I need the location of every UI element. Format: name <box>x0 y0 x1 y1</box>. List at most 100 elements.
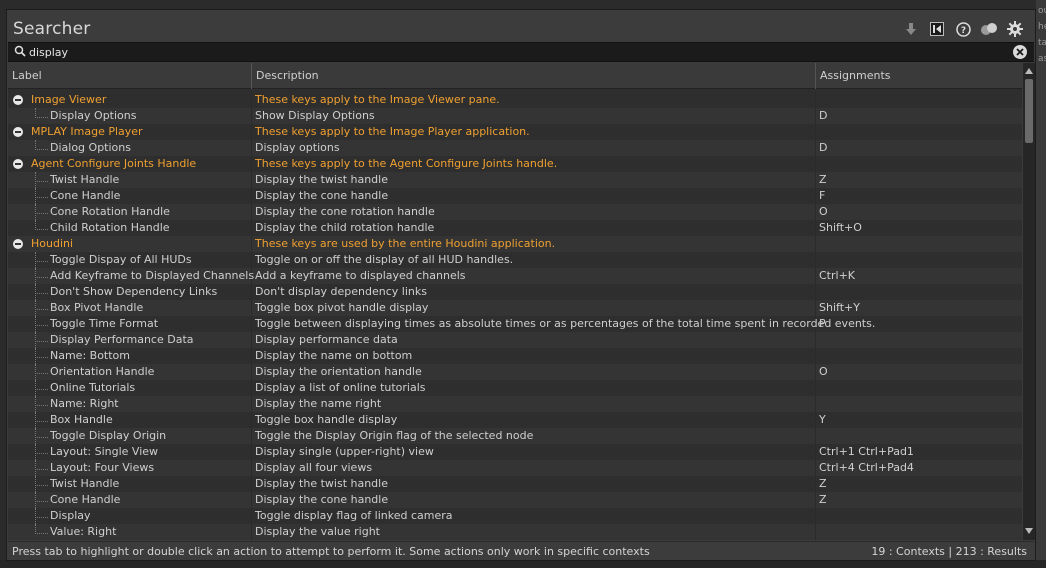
cell-divider <box>815 108 816 124</box>
cell-divider <box>815 348 816 364</box>
cell-description: Add a keyframe to displayed channels <box>255 269 466 282</box>
tree-connector <box>35 460 48 470</box>
cell-assignment: Ctrl+K <box>819 269 856 282</box>
cell-label: Box Handle <box>50 413 113 426</box>
column-header-label[interactable]: Label <box>12 63 42 89</box>
tree-connector <box>35 469 36 476</box>
table-row[interactable]: Online Tutorials Display a list of online… <box>8 380 1022 396</box>
table-header: Label Description Assignments <box>8 63 1022 89</box>
cell-divider <box>251 108 252 124</box>
cell-label: Cone Handle <box>50 189 121 202</box>
tree-connector <box>35 524 48 534</box>
table-row[interactable]: Toggle Time Format Toggle between display… <box>8 316 1022 332</box>
table-row[interactable]: Box Handle Toggle box handle display Y <box>8 412 1022 428</box>
cell-label: Online Tutorials <box>50 381 136 394</box>
collapse-minus-icon[interactable] <box>13 159 23 169</box>
cell-divider <box>815 364 816 380</box>
tree-connector <box>35 140 48 150</box>
cell-assignment: Ctrl+1 Ctrl+Pad1 <box>819 445 914 458</box>
cell-divider <box>815 476 816 492</box>
cell-divider <box>251 396 252 412</box>
cell-assignment: D <box>819 109 828 122</box>
table-row[interactable]: Cone Handle Display the cone handle Z <box>8 492 1022 508</box>
toggle-icon[interactable] <box>979 19 999 39</box>
cell-divider <box>815 332 816 348</box>
gear-icon[interactable] <box>1005 19 1025 39</box>
cell-description: Display the twist handle <box>255 477 388 490</box>
tree-connector <box>35 268 48 278</box>
tree-connector <box>35 108 48 118</box>
category-row[interactable]: MPLAY Image Player These keys apply to th… <box>8 124 1022 140</box>
tree-connector <box>35 373 36 380</box>
table-row[interactable]: Cone Handle Display the cone handle F <box>8 188 1022 204</box>
collapse-minus-icon[interactable] <box>13 239 23 249</box>
cell-divider <box>251 188 252 204</box>
cell-divider <box>251 284 252 300</box>
table-row[interactable]: Cone Rotation Handle Display the cone rot… <box>8 204 1022 220</box>
table-row[interactable]: Name: Bottom Display the name on bottom <box>8 348 1022 364</box>
collapse-icon[interactable] <box>927 19 947 39</box>
cell-divider <box>815 300 816 316</box>
background-text: as <box>1038 54 1046 64</box>
cell-label: Orientation Handle <box>50 365 155 378</box>
scroll-down-icon[interactable] <box>1024 525 1034 538</box>
cell-description: Toggle box pivot handle display <box>255 301 429 314</box>
table-row[interactable]: Twist Handle Display the twist handle Z <box>8 172 1022 188</box>
table-row[interactable]: Dialog Options Display options D <box>8 140 1022 156</box>
tree-connector <box>35 332 48 342</box>
cell-divider <box>815 252 816 268</box>
cell-label: Child Rotation Handle <box>50 221 170 234</box>
help-icon[interactable]: ? <box>953 19 973 39</box>
cell-description: Display the name right <box>255 397 382 410</box>
cell-divider <box>251 476 252 492</box>
scrollbar-thumb[interactable] <box>1025 79 1033 143</box>
table-row[interactable]: Orientation Handle Display the orientatio… <box>8 364 1022 380</box>
table-row[interactable]: Value: Right Display the value right <box>8 524 1022 540</box>
table-row[interactable]: Toggle Dispay of All HUDs Toggle on or of… <box>8 252 1022 268</box>
column-divider[interactable] <box>815 63 816 89</box>
background-text: ou <box>1038 6 1046 16</box>
column-divider[interactable] <box>251 63 252 89</box>
tree-connector <box>35 476 48 486</box>
clear-search-icon[interactable] <box>1013 45 1027 59</box>
collapse-minus-icon[interactable] <box>13 95 23 105</box>
tree-connector <box>35 284 48 294</box>
result-counts: 19 : Contexts | 213 : Results <box>871 545 1027 558</box>
tree-connector <box>35 428 48 438</box>
table-row[interactable]: Don't Show Dependency Links Don't display… <box>8 284 1022 300</box>
scroll-up-icon[interactable] <box>1024 65 1034 78</box>
column-header-assignments[interactable]: Assignments <box>820 63 891 89</box>
cell-label: Dialog Options <box>50 141 131 154</box>
cell-description: Display the orientation handle <box>255 365 422 378</box>
table-row[interactable]: Twist Handle Display the twist handle Z <box>8 476 1022 492</box>
table-row[interactable]: Box Pivot Handle Toggle box pivot handle … <box>8 300 1022 316</box>
column-header-description[interactable]: Description <box>256 63 319 89</box>
category-row[interactable]: Agent Configure Joints Handle These keys … <box>8 156 1022 172</box>
table-row[interactable]: Toggle Display Origin Toggle the Display … <box>8 428 1022 444</box>
table-row[interactable]: Add Keyframe to Displayed Channels Add a … <box>8 268 1022 284</box>
cell-label: Name: Bottom <box>50 349 131 362</box>
category-row[interactable]: Image Viewer These keys apply to the Imag… <box>8 92 1022 108</box>
cell-description: These keys are used by the entire Houdin… <box>255 237 556 250</box>
status-bar: Press tab to highlight or double click a… <box>8 541 1034 560</box>
cell-description: Display all four views <box>255 461 373 474</box>
tree-connector <box>35 204 48 214</box>
table-row[interactable]: Name: Right Display the name right <box>8 396 1022 412</box>
cell-divider <box>815 412 816 428</box>
table-row[interactable]: Child Rotation Handle Display the child r… <box>8 220 1022 236</box>
cell-label: Display Options <box>50 109 137 122</box>
table-row[interactable]: Display Options Show Display Options D <box>8 108 1022 124</box>
table-row[interactable]: Layout: Single View Display single (upper… <box>8 444 1022 460</box>
category-row[interactable]: Houdini These keys are used by the entire… <box>8 236 1022 252</box>
table-row[interactable]: Layout: Four Views Display all four views… <box>8 460 1022 476</box>
pin-down-icon[interactable] <box>901 19 921 39</box>
table-row[interactable]: Display Toggle display flag of linked cam… <box>8 508 1022 524</box>
collapse-minus-icon[interactable] <box>13 127 23 137</box>
background-text: he <box>1038 22 1046 32</box>
tree-connector <box>35 172 48 182</box>
search-input[interactable] <box>29 44 999 60</box>
vertical-scrollbar[interactable] <box>1023 63 1035 540</box>
table-row[interactable]: Display Performance Data Display performa… <box>8 332 1022 348</box>
tree-connector <box>35 220 48 230</box>
cell-divider <box>815 396 816 412</box>
